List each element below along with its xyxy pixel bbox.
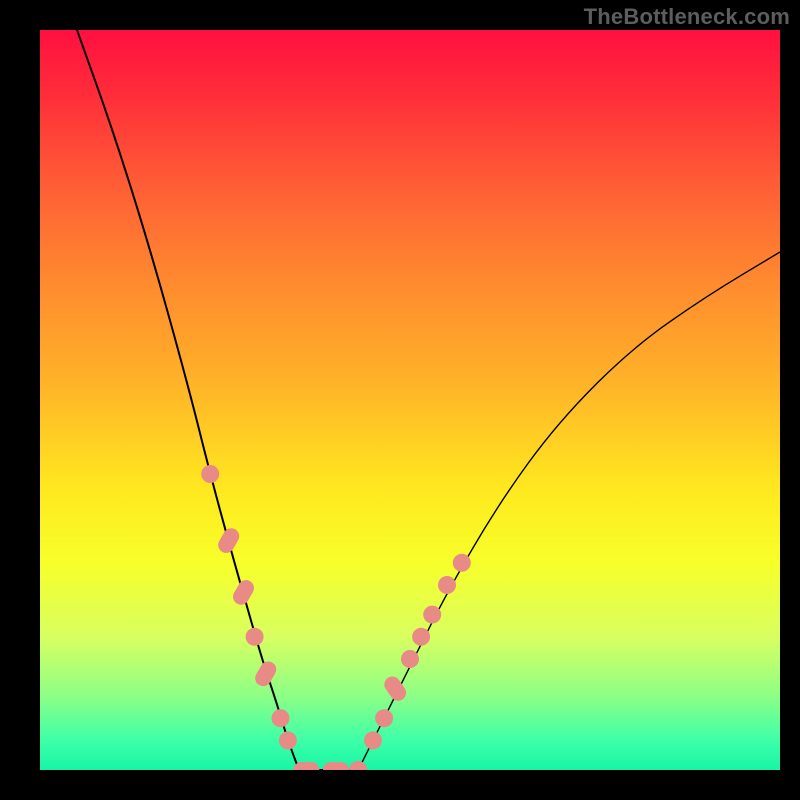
plot-area <box>40 30 780 770</box>
curve-right-branch <box>358 252 780 770</box>
curve-group <box>77 30 780 770</box>
marker-group <box>201 465 471 770</box>
data-marker-dot <box>375 709 393 727</box>
data-marker-pill <box>215 525 242 556</box>
chart-frame: TheBottleneck.com <box>0 0 800 800</box>
data-marker-pill <box>230 577 257 608</box>
data-marker-pill <box>293 762 319 770</box>
data-marker-dot <box>201 465 219 483</box>
data-marker-dot <box>423 606 441 624</box>
data-marker-dot <box>246 628 264 646</box>
data-marker-dot <box>279 731 297 749</box>
data-marker-pill <box>323 762 349 770</box>
data-marker-dot <box>272 709 290 727</box>
curve-left-branch <box>77 30 299 770</box>
data-marker-dot <box>364 731 382 749</box>
watermark-text: TheBottleneck.com <box>584 4 790 30</box>
data-marker-dot <box>401 650 419 668</box>
data-marker-pill <box>252 659 279 690</box>
chart-svg <box>40 30 780 770</box>
data-marker-dot <box>453 554 471 572</box>
data-marker-dot <box>349 761 367 770</box>
data-marker-dot <box>438 576 456 594</box>
data-marker-dot <box>412 628 430 646</box>
